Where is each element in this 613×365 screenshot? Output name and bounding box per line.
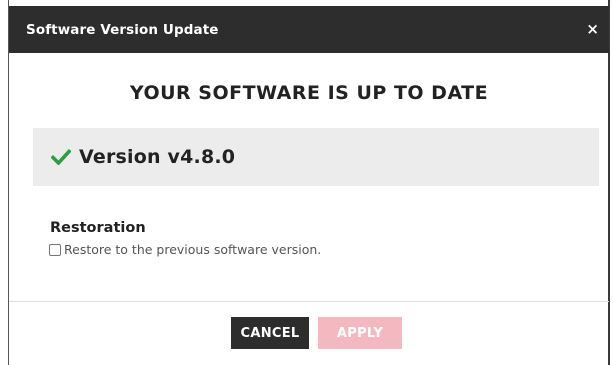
cancel-button[interactable]: CANCEL (231, 317, 309, 349)
check-icon (51, 146, 73, 168)
dialog-header: Software Version Update × (9, 6, 609, 53)
software-update-dialog: Software Version Update × YOUR SOFTWARE … (9, 0, 610, 365)
version-panel: Version v4.8.0 (33, 128, 599, 186)
apply-button[interactable]: APPLY (318, 317, 402, 349)
version-label: Version v4.8.0 (79, 146, 236, 168)
footer-divider (9, 301, 609, 302)
dialog-title: Software Version Update (26, 21, 219, 38)
restoration-title: Restoration (50, 220, 146, 236)
restore-checkbox[interactable] (49, 243, 61, 256)
restore-checkbox-label[interactable]: Restore to the previous software version… (64, 242, 321, 257)
status-heading: YOUR SOFTWARE IS UP TO DATE (129, 82, 489, 104)
restore-option[interactable]: Restore to the previous software version… (49, 242, 321, 257)
close-icon[interactable]: × (586, 22, 599, 37)
page: Software Version Update × YOUR SOFTWARE … (0, 0, 613, 365)
